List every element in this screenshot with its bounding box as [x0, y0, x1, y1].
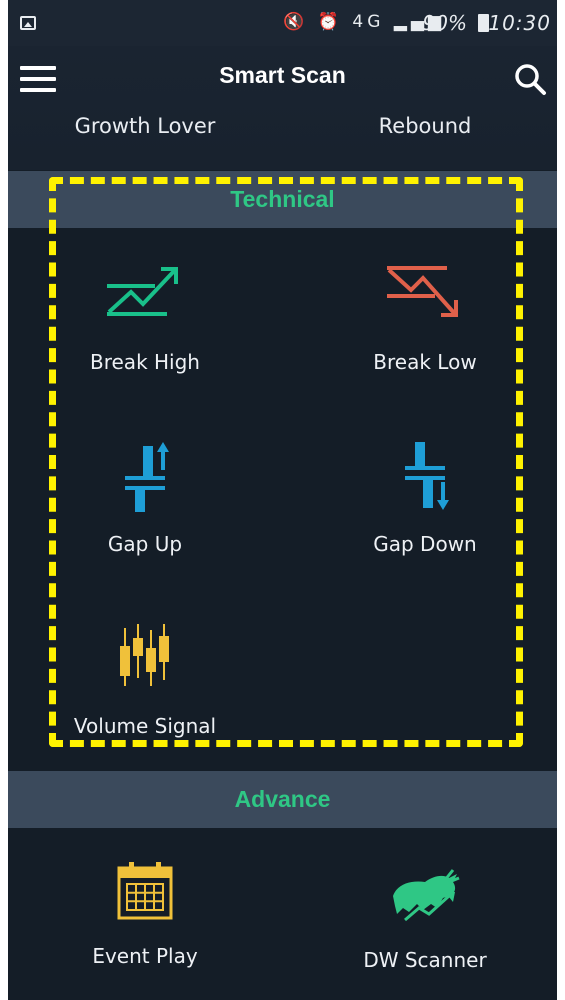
status-icons: 🔇 ⏰ 4G ▂▄▆	[283, 12, 445, 32]
highlight-frame	[49, 177, 523, 747]
tab-rebound[interactable]: Rebound	[288, 114, 557, 138]
gallery-icon	[20, 16, 36, 30]
battery-percent: 90%	[422, 11, 467, 35]
dw-scanner-button[interactable]: DW Scanner	[288, 828, 557, 1000]
page-title: Smart Scan	[219, 62, 346, 88]
search-icon[interactable]	[513, 62, 547, 96]
event-play-button[interactable]: Event Play	[8, 828, 282, 1000]
dw-scanner-label: DW Scanner	[363, 948, 487, 972]
calendar-icon	[117, 862, 173, 920]
tab-growth-lover[interactable]: Growth Lover	[8, 114, 282, 138]
event-play-label: Event Play	[92, 944, 198, 968]
section-advance-header: Advance	[8, 771, 557, 828]
bull-icon	[393, 869, 460, 922]
app-header: Smart Scan Growth Lover Rebound	[8, 46, 557, 170]
status-time: 10:30	[488, 11, 551, 35]
battery-icon	[478, 14, 489, 32]
status-bar: 🔇 ⏰ 4G ▂▄▆ 90% 10:30	[8, 0, 557, 46]
